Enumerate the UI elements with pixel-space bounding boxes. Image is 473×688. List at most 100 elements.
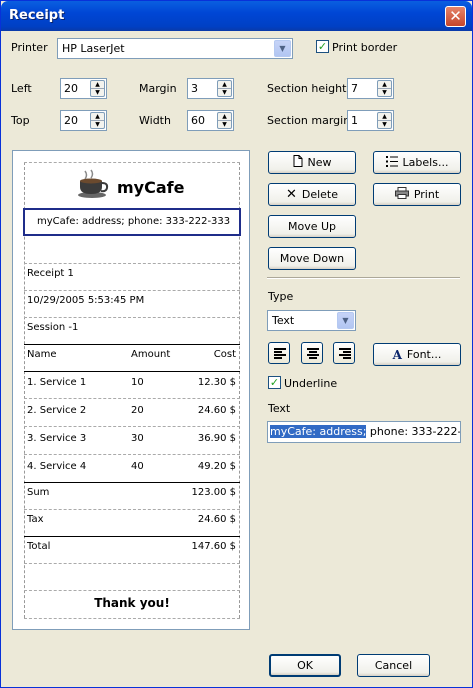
- tax-label: Tax: [27, 514, 44, 525]
- width-spinner[interactable]: 60 ▲ ▼: [187, 110, 234, 131]
- spin-down-icon[interactable]: ▼: [378, 89, 391, 97]
- window-title: Receipt: [9, 8, 65, 23]
- list-icon: [385, 155, 398, 170]
- printer-label: Printer: [11, 41, 48, 54]
- section-margin-value: 1: [351, 114, 358, 127]
- margin-spinner[interactable]: 3 ▲ ▼: [187, 78, 234, 99]
- print-button-label: Print: [413, 188, 440, 201]
- receipt-datetime: 10/29/2005 5:53:45 PM: [27, 295, 145, 306]
- receipt-number: Receipt 1: [27, 268, 74, 279]
- printer-select[interactable]: HP LaserJet ▼: [57, 38, 293, 59]
- spin-up-icon[interactable]: ▲: [378, 81, 391, 89]
- print-border-label: Print border: [332, 41, 398, 54]
- title-bar[interactable]: Receipt ✕: [1, 1, 472, 31]
- margin-label: Margin: [139, 82, 177, 95]
- sum-value: 123.00 $: [191, 487, 236, 498]
- unselected-text: phone: 333-222-333: [369, 425, 461, 438]
- printer-icon: [394, 187, 409, 202]
- text-label: Text: [268, 402, 291, 415]
- spin-up-icon[interactable]: ▲: [218, 81, 231, 89]
- col-header-name: Name: [27, 349, 57, 360]
- close-button[interactable]: ✕: [445, 6, 466, 27]
- receipt-address: myCafe: address; phone: 333-222-333: [37, 216, 231, 227]
- move-down-button-label: Move Down: [279, 252, 345, 265]
- top-spinner[interactable]: 20 ▲ ▼: [60, 110, 107, 131]
- section-height-value: 7: [351, 82, 358, 95]
- spin-up-icon[interactable]: ▲: [378, 113, 391, 121]
- spin-up-icon[interactable]: ▲: [218, 113, 231, 121]
- spin-down-icon[interactable]: ▼: [91, 121, 104, 129]
- section-height-spinner[interactable]: 7 ▲ ▼: [347, 78, 394, 99]
- font-button[interactable]: A Font...: [373, 343, 461, 366]
- table-row-name: 4. Service 4: [27, 461, 87, 472]
- font-icon: A: [392, 347, 402, 362]
- address-section-selected[interactable]: myCafe: address; phone: 333-222-333: [23, 208, 241, 236]
- section-margin-spinner[interactable]: 1 ▲ ▼: [347, 110, 394, 131]
- section-text-input[interactable]: myCafe: address; phone: 333-222-333: [267, 421, 461, 443]
- printer-selected-value: HP LaserJet: [62, 42, 125, 55]
- table-row-name: 2. Service 2: [27, 405, 87, 416]
- section-divider: [24, 563, 240, 564]
- new-document-icon: [293, 155, 303, 170]
- labels-button[interactable]: Labels...: [373, 151, 461, 174]
- close-icon: ✕: [449, 7, 462, 25]
- type-label: Type: [268, 290, 294, 303]
- table-row-cost: 24.60 $: [197, 405, 236, 416]
- table-row-name: 3. Service 3: [27, 433, 87, 444]
- delete-button[interactable]: ✕ Delete: [268, 183, 356, 206]
- cancel-button[interactable]: Cancel: [357, 654, 430, 677]
- selected-text: myCafe: address;: [270, 425, 367, 438]
- section-divider: [24, 317, 240, 318]
- spin-down-icon[interactable]: ▼: [378, 121, 391, 129]
- underline-checkbox[interactable]: ✓: [268, 376, 281, 389]
- section-text-content: myCafe: address; phone: 333-222-333: [270, 425, 461, 438]
- print-button[interactable]: Print: [373, 183, 461, 206]
- total-value: 147.60 $: [191, 541, 236, 552]
- receipt-footer-text: Thank you!: [94, 596, 170, 610]
- spin-up-icon[interactable]: ▲: [91, 113, 104, 121]
- col-header-cost: Cost: [213, 349, 236, 360]
- totals-line: [24, 482, 240, 483]
- chevron-down-icon[interactable]: ▼: [337, 312, 354, 329]
- receipt-logo-text: myCafe: [117, 178, 185, 197]
- align-center-button[interactable]: [301, 342, 323, 364]
- table-row-cost: 12.30 $: [197, 377, 236, 388]
- tax-value: 24.60 $: [197, 514, 236, 525]
- receipt-session: Session -1: [27, 322, 79, 333]
- total-label: Total: [27, 541, 51, 552]
- ok-button-label: OK: [297, 659, 313, 672]
- ok-button[interactable]: OK: [269, 654, 341, 677]
- align-right-button[interactable]: [333, 342, 355, 364]
- receipt-preview[interactable]: myCafe myCafe: address; phone: 333-222-3…: [12, 150, 250, 630]
- section-divider: [24, 618, 240, 619]
- move-down-button[interactable]: Move Down: [268, 247, 356, 270]
- sum-label: Sum: [27, 487, 50, 498]
- spin-down-icon[interactable]: ▼: [91, 89, 104, 97]
- col-header-amount: Amount: [131, 349, 171, 360]
- section-divider: [24, 263, 240, 264]
- spin-down-icon[interactable]: ▼: [218, 89, 231, 97]
- new-button[interactable]: New: [268, 151, 356, 174]
- chevron-down-icon[interactable]: ▼: [274, 40, 291, 57]
- checkmark-icon: ✓: [317, 40, 328, 53]
- section-divider: [24, 509, 240, 510]
- section-divider: [24, 590, 240, 591]
- checkmark-icon: ✓: [269, 376, 280, 389]
- print-border-checkbox[interactable]: ✓: [316, 40, 329, 53]
- top-value: 20: [64, 114, 78, 127]
- spin-down-icon[interactable]: ▼: [218, 121, 231, 129]
- section-margin-label: Section margin: [267, 114, 351, 127]
- move-up-button-label: Move Up: [287, 220, 337, 233]
- table-row-name: 1. Service 1: [27, 377, 87, 388]
- move-up-button[interactable]: Move Up: [268, 215, 356, 238]
- table-row-amount: 40: [131, 461, 144, 472]
- delete-x-icon: ✕: [285, 187, 297, 202]
- align-left-button[interactable]: [268, 342, 290, 364]
- labels-button-label: Labels...: [402, 156, 449, 169]
- spin-up-icon[interactable]: ▲: [91, 81, 104, 89]
- cancel-button-label: Cancel: [374, 659, 413, 672]
- table-row-amount: 10: [131, 377, 144, 388]
- type-select[interactable]: Text ▼: [267, 310, 356, 331]
- section-divider: [24, 454, 240, 455]
- left-spinner[interactable]: 20 ▲ ▼: [60, 78, 107, 99]
